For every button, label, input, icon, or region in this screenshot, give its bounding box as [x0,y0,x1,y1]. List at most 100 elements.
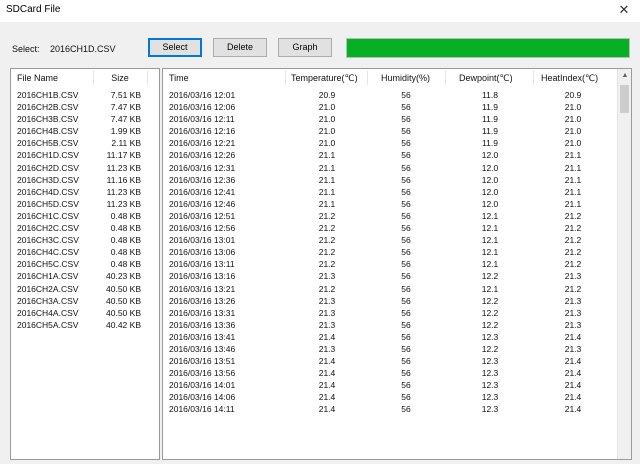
file-size-cell: 40.23 KB [106,271,141,282]
file-name-cell: 2016CH5B.CSV [17,138,79,149]
table-row[interactable]: 2016/03/16 14:06 21.4 56 12.3 21.4 [163,391,618,403]
file-row[interactable]: 2016CH5D.CSV 11.23 KB [11,198,159,210]
column-header-file-name[interactable]: File Name [17,73,58,83]
file-row[interactable]: 2016CH4A.CSV 40.50 KB [11,307,159,319]
table-row[interactable]: 2016/03/16 12:06 21.0 56 11.9 21.0 [163,101,618,113]
table-row[interactable]: 2016/03/16 14:01 21.4 56 12.3 21.4 [163,379,618,391]
file-row[interactable]: 2016CH3C.CSV 0.48 KB [11,234,159,246]
file-row[interactable]: 2016CH5B.CSV 2.11 KB [11,137,159,149]
column-header-heatindex[interactable]: HeatIndex(℃) [541,73,598,84]
table-row[interactable]: 2016/03/16 12:36 21.1 56 12.0 21.1 [163,174,618,186]
dewpoint-cell: 12.1 [481,247,499,258]
time-cell: 2016/03/16 13:06 [169,247,236,258]
graph-button[interactable]: Graph [278,38,332,57]
file-size-cell: 7.47 KB [110,114,141,125]
table-row[interactable]: 2016/03/16 13:31 21.3 56 12.2 21.3 [163,307,618,319]
humidity-cell: 56 [401,198,411,209]
delete-button[interactable]: Delete [213,38,267,57]
file-row[interactable]: 2016CH1A.CSV 40.23 KB [11,270,159,282]
file-row[interactable]: 2016CH3B.CSV 7.47 KB [11,113,159,125]
time-cell: 2016/03/16 12:06 [169,102,236,113]
column-header-time[interactable]: Time [169,73,189,83]
table-row[interactable]: 2016/03/16 12:56 21.2 56 12.1 21.2 [163,222,618,234]
column-header-size[interactable]: Size [103,73,137,83]
file-row[interactable]: 2016CH1C.CSV 0.48 KB [11,210,159,222]
time-cell: 2016/03/16 12:01 [169,90,236,100]
table-row[interactable]: 2016/03/16 12:41 21.1 56 12.0 21.1 [163,186,618,198]
temperature-cell: 21.2 [318,223,336,234]
humidity-cell: 56 [401,186,411,197]
file-row[interactable]: 2016CH5C.CSV 0.48 KB [11,258,159,270]
table-row[interactable]: 2016/03/16 12:21 21.0 56 11.9 21.0 [163,137,618,149]
table-row[interactable]: 2016/03/16 13:51 21.4 56 12.3 21.4 [163,355,618,367]
dewpoint-cell: 12.2 [481,295,499,306]
file-row[interactable]: 2016CH1D.CSV 11.17 KB [11,149,159,161]
temperature-cell: 21.2 [318,283,336,294]
file-row[interactable]: 2016CH1B.CSV 7.51 KB [11,89,159,101]
file-name-cell: 2016CH5A.CSV [17,319,79,330]
window-title: SDCard File [6,4,61,15]
heatindex-cell: 21.4 [564,356,582,367]
temperature-cell: 21.4 [318,392,336,403]
heatindex-cell: 21.4 [564,380,582,391]
file-size-cell: 40.50 KB [106,283,141,294]
file-row[interactable]: 2016CH4B.CSV 1.99 KB [11,125,159,137]
table-row[interactable]: 2016/03/16 13:26 21.3 56 12.2 21.3 [163,295,618,307]
table-row[interactable]: 2016/03/16 13:06 21.2 56 12.1 21.2 [163,246,618,258]
humidity-cell: 56 [401,368,411,379]
table-row[interactable]: 2016/03/16 13:46 21.3 56 12.2 21.3 [163,343,618,355]
table-row[interactable]: 2016/03/16 14:11 21.4 56 12.3 21.4 [163,403,618,415]
table-row[interactable]: 2016/03/16 13:21 21.2 56 12.1 21.2 [163,283,618,295]
file-row[interactable]: 2016CH2B.CSV 7.47 KB [11,101,159,113]
select-button[interactable]: Select [148,38,202,57]
column-header-humidity[interactable]: Humidity(%) [381,73,430,83]
table-row[interactable]: 2016/03/16 12:01 20.9 56 11.8 20.9 [163,89,618,101]
file-row[interactable]: 2016CH4C.CSV 0.48 KB [11,246,159,258]
file-row[interactable]: 2016CH2D.CSV 11.23 KB [11,162,159,174]
table-row[interactable]: 2016/03/16 13:01 21.2 56 12.1 21.2 [163,234,618,246]
dewpoint-cell: 12.3 [481,331,499,342]
file-size-cell: 40.50 KB [106,295,141,306]
table-row[interactable]: 2016/03/16 13:56 21.4 56 12.3 21.4 [163,367,618,379]
data-table[interactable]: Time Temperature(℃) Humidity(%) Dewpoint… [162,68,632,460]
column-header-dewpoint[interactable]: Dewpoint(℃) [459,73,513,84]
temperature-cell: 21.0 [318,126,336,137]
table-row[interactable]: 2016/03/16 12:31 21.1 56 12.0 21.1 [163,162,618,174]
humidity-cell: 56 [401,235,411,246]
table-row[interactable]: 2016/03/16 13:41 21.4 56 12.3 21.4 [163,331,618,343]
file-row[interactable]: 2016CH2A.CSV 40.50 KB [11,283,159,295]
humidity-cell: 56 [401,162,411,173]
humidity-cell: 56 [401,307,411,318]
table-row[interactable]: 2016/03/16 12:51 21.2 56 12.1 21.2 [163,210,618,222]
table-row[interactable]: 2016/03/16 12:16 21.0 56 11.9 21.0 [163,125,618,137]
table-row[interactable]: 2016/03/16 13:11 21.2 56 12.1 21.2 [163,258,618,270]
file-name-cell: 2016CH2B.CSV [17,102,79,113]
file-row[interactable]: 2016CH2C.CSV 0.48 KB [11,222,159,234]
close-icon[interactable]: ✕ [612,1,636,19]
dewpoint-cell: 12.0 [481,150,499,161]
file-row[interactable]: 2016CH3A.CSV 40.50 KB [11,295,159,307]
column-header-temperature[interactable]: Temperature(℃) [291,73,358,84]
time-cell: 2016/03/16 13:51 [169,356,236,367]
dewpoint-cell: 12.1 [481,259,499,270]
dewpoint-cell: 11.9 [482,102,498,113]
file-row[interactable]: 2016CH4D.CSV 11.23 KB [11,186,159,198]
file-row[interactable]: 2016CH3D.CSV 11.16 KB [11,174,159,186]
table-row[interactable]: 2016/03/16 12:11 21.0 56 11.9 21.0 [163,113,618,125]
file-row[interactable]: 2016CH5A.CSV 40.42 KB [11,319,159,331]
temperature-cell: 21.0 [318,114,336,125]
table-row[interactable]: 2016/03/16 12:46 21.1 56 12.0 21.1 [163,198,618,210]
table-row[interactable]: 2016/03/16 13:36 21.3 56 12.2 21.3 [163,319,618,331]
humidity-cell: 56 [401,356,411,367]
heatindex-cell: 21.1 [564,198,582,209]
file-size-cell: 40.50 KB [106,307,141,318]
vertical-scrollbar[interactable]: ▲ [617,69,631,459]
select-label: Select: [12,44,40,54]
table-row[interactable]: 2016/03/16 12:26 21.1 56 12.0 21.1 [163,149,618,161]
temperature-cell: 21.3 [318,319,336,330]
file-list[interactable]: File Name Size 2016CH1B.CSV 7.51 KB 2016CH… [10,68,160,460]
scroll-thumb[interactable] [620,85,629,113]
heatindex-cell: 20.9 [564,90,582,100]
scroll-up-arrow-icon[interactable]: ▲ [618,69,631,83]
table-row[interactable]: 2016/03/16 13:16 21.3 56 12.2 21.3 [163,270,618,282]
